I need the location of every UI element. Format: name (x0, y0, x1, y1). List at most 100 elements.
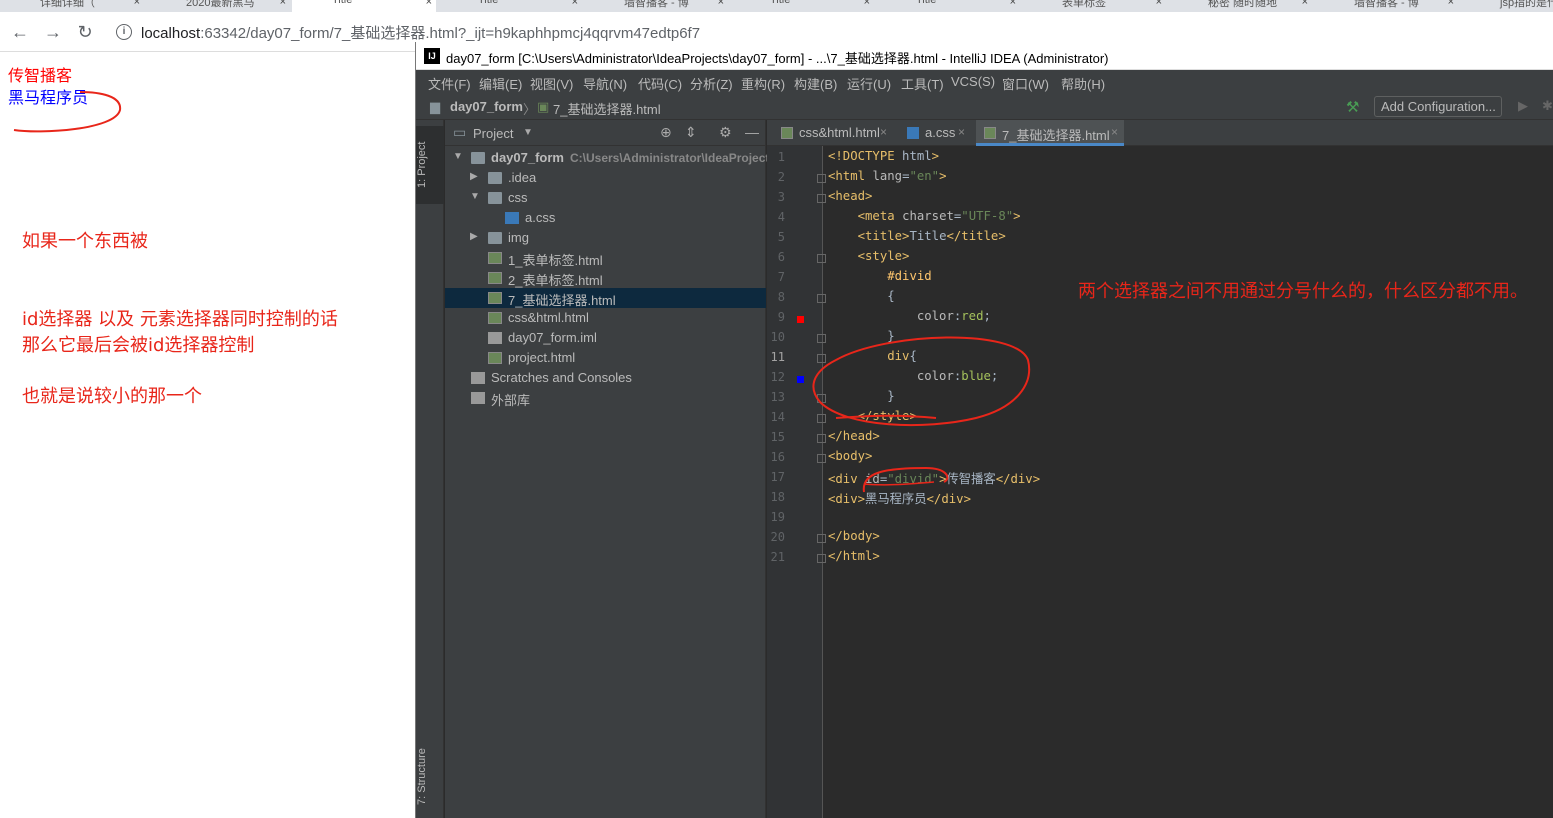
fold-icon[interactable] (817, 194, 826, 203)
menu-item[interactable]: 分析(Z) (690, 74, 733, 93)
menu-item[interactable]: VCS(S) (951, 74, 995, 89)
tree-item[interactable]: ▼ day07_form C:\Users\Administrator\IdeaPr… (445, 148, 770, 168)
editor-tab[interactable]: a.css × (899, 120, 971, 146)
editor-tab[interactable]: 7_基础选择器.html × (976, 120, 1124, 146)
html-file-icon: ▣ (537, 99, 550, 114)
red-scribble-annotations (812, 336, 1031, 493)
folder-icon (488, 172, 502, 184)
tree-item[interactable]: a.css (445, 208, 766, 228)
add-configuration-button[interactable]: Add Configuration... (1374, 96, 1502, 117)
menu-item[interactable]: 导航(N) (583, 74, 627, 93)
tree-item[interactable]: 1_表单标签.html (445, 248, 766, 268)
debug-icon[interactable]: ✱ (1542, 98, 1553, 114)
tab-structure[interactable]: 7: Structure (416, 740, 444, 814)
browser-tab[interactable]: Title × (438, 0, 582, 12)
chevron-right-icon[interactable]: ▶ (470, 231, 478, 242)
close-icon[interactable]: × (1448, 0, 1454, 8)
close-icon[interactable]: × (426, 0, 432, 8)
editor-tab[interactable]: css&html.html × (773, 120, 893, 146)
menu-item[interactable]: 重构(R) (741, 74, 785, 93)
line-number: 1 (777, 150, 785, 164)
color-preview-icon[interactable] (797, 376, 804, 383)
locate-icon[interactable]: ⊕ (660, 124, 672, 141)
menu-item[interactable]: 文件(F) (428, 74, 471, 93)
menu-item[interactable]: 工具(T) (901, 74, 944, 93)
close-icon[interactable]: × (880, 125, 887, 139)
menu-item[interactable]: 编辑(E) (479, 74, 522, 93)
browser-tab[interactable]: Title × (730, 0, 874, 12)
tree-item[interactable]: ▶ img (445, 228, 766, 248)
close-icon[interactable]: × (1111, 125, 1118, 139)
menu-item[interactable]: 视图(V) (530, 74, 573, 93)
info-icon[interactable]: i (116, 24, 132, 40)
minimize-icon[interactable]: — (745, 124, 759, 140)
intellij-logo-icon: IJ (424, 48, 440, 64)
chevron-down-icon[interactable]: ▼ (523, 127, 533, 138)
close-icon[interactable]: × (864, 0, 870, 8)
browser-tab[interactable]: Title × (876, 0, 1020, 12)
browser-tab[interactable]: 2020最新黑马 × (146, 0, 290, 12)
menu-item[interactable]: 构建(B) (794, 74, 837, 93)
address-bar[interactable]: localhost:63342/day07_form/7_基础选择器.html?… (141, 22, 700, 43)
menu-item[interactable]: 窗口(W) (1002, 74, 1049, 93)
browser-tab-label: 详细详细（ (40, 0, 95, 9)
browser-tab[interactable]: 表单标签 × (1022, 0, 1166, 12)
browser-tab[interactable]: 墙智播客 - 博 × (1314, 0, 1458, 12)
close-icon[interactable]: × (1302, 0, 1308, 8)
tree-item[interactable]: project.html (445, 348, 766, 368)
browser-tab-label: Title (770, 0, 791, 6)
tree-item[interactable]: 外部库 (445, 388, 766, 408)
chevron-down-icon[interactable]: ▼ (453, 151, 463, 162)
tree-item[interactable]: 2_表单标签.html (445, 268, 766, 288)
browser-tab[interactable]: jsp指的是什么× (1460, 0, 1553, 12)
browser-tab[interactable]: 秘密 随时随地 × (1168, 0, 1312, 12)
close-icon[interactable]: × (280, 0, 286, 8)
browser-tab[interactable]: 墙智播客 - 博 × (584, 0, 728, 12)
tree-item[interactable]: day07_form.iml (445, 328, 766, 348)
chevron-right-icon[interactable]: ▶ (470, 171, 478, 182)
menu-item[interactable]: 帮助(H) (1061, 74, 1105, 93)
gear-icon[interactable]: ⚙ (719, 124, 732, 141)
page-text-red: 传智播客 (8, 66, 73, 85)
fold-icon[interactable] (817, 254, 826, 263)
scratches-icon (471, 372, 485, 384)
close-icon[interactable]: × (958, 125, 965, 139)
tree-item[interactable]: ▼ css (445, 188, 766, 208)
close-icon[interactable]: × (718, 0, 724, 8)
reload-icon[interactable]: ↻ (74, 21, 96, 43)
color-preview-icon[interactable] (797, 316, 804, 323)
url-path: :63342/day07_form/7_基础选择器.html?_ijt=h9ka… (200, 25, 701, 42)
collapse-all-icon[interactable]: ⇕ (685, 124, 697, 141)
tree-item-text: 1_表单标签.html (508, 253, 603, 268)
build-hammer-icon[interactable]: ⚒ (1346, 98, 1359, 116)
tree-item-label: 1_表单标签.html (508, 250, 603, 269)
tree-item[interactable]: css&html.html (445, 308, 766, 328)
tree-item-label: 7_基础选择器.html (508, 290, 616, 309)
tree-item-text: 7_基础选择器.html (508, 293, 616, 308)
tab-project[interactable]: 1: Project (416, 126, 444, 204)
close-icon[interactable]: × (572, 0, 578, 8)
chevron-down-icon[interactable]: ▼ (470, 191, 480, 202)
tree-item[interactable]: ▶ .idea (445, 168, 766, 188)
fold-icon[interactable] (817, 174, 826, 183)
run-icon[interactable]: ▶ (1518, 98, 1528, 114)
fold-icon[interactable] (817, 554, 826, 563)
browser-tab[interactable]: 详细详细（ × (0, 0, 144, 12)
editor-tab-label: 7_基础选择器.html (1002, 128, 1110, 143)
back-icon[interactable]: ← (9, 21, 31, 43)
project-panel-title[interactable]: Project (473, 126, 513, 141)
close-icon[interactable]: × (1010, 0, 1016, 8)
browser-tab[interactable]: Title × (292, 0, 436, 12)
forward-icon[interactable]: → (42, 21, 64, 43)
breadcrumb-project[interactable]: day07_form (450, 99, 523, 114)
tree-item[interactable]: 7_基础选择器.html (445, 288, 766, 308)
tree-item-label: img (508, 230, 529, 245)
fold-icon[interactable] (817, 294, 826, 303)
menu-item[interactable]: 代码(C) (638, 74, 682, 93)
tree-item[interactable]: Scratches and Consoles (445, 368, 766, 388)
tree-item-path: C:\Users\Administrator\IdeaProject (569, 151, 770, 165)
menu-item[interactable]: 运行(U) (847, 74, 891, 93)
close-icon[interactable]: × (134, 0, 140, 8)
breadcrumb-file[interactable]: 7_基础选择器.html (553, 99, 661, 118)
close-icon[interactable]: × (1156, 0, 1162, 8)
